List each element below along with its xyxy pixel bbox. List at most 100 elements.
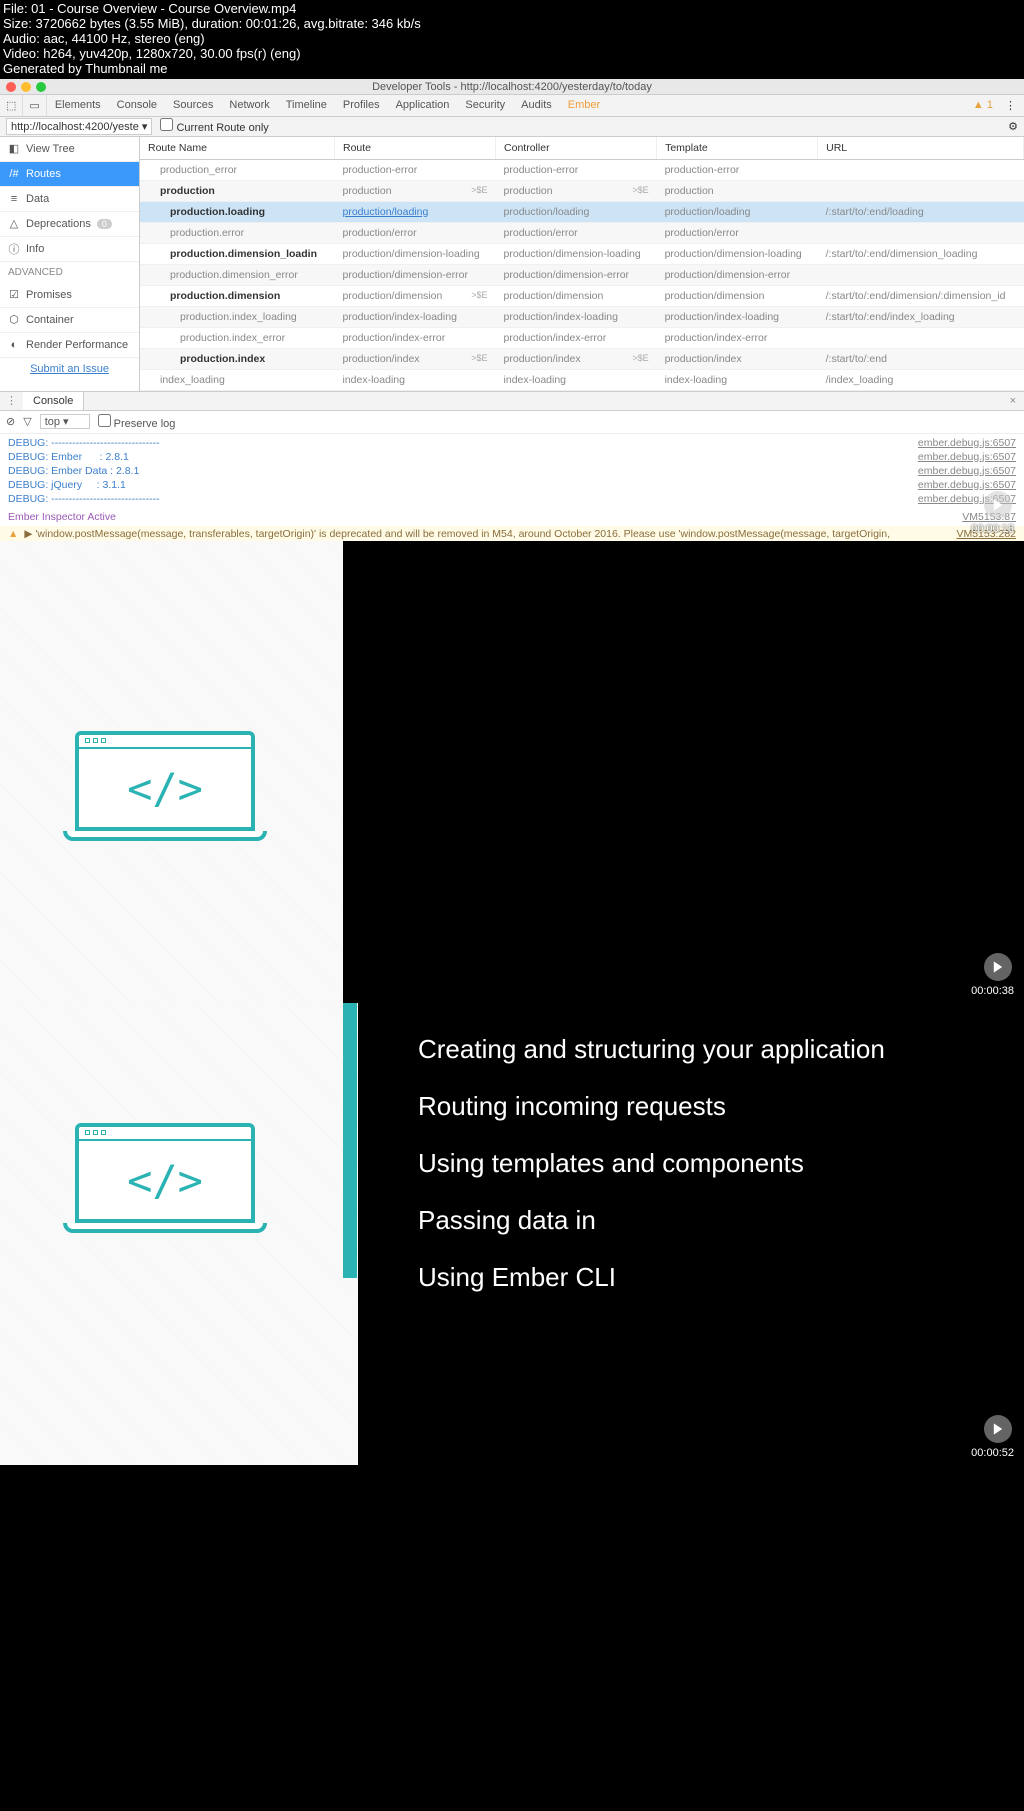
drawer-menu-icon[interactable]: ⋮ (0, 394, 23, 407)
thumbnail-3: </> Creating and structuring your applic… (0, 1003, 1024, 1465)
meta-audio: Audio: aac, 44100 Hz, stereo (eng) (3, 32, 1021, 47)
inspect-element-icon[interactable]: ⬚ (0, 95, 23, 116)
tab-security[interactable]: Security (457, 99, 513, 111)
table-row[interactable]: production.index_loadingproduction/index… (140, 306, 1024, 327)
url-selector[interactable]: http://localhost:4200/yeste ▾ (6, 118, 152, 135)
ember-subbar: http://localhost:4200/yeste ▾ Current Ro… (0, 117, 1024, 137)
sidebar-advanced-label: ADVANCED (0, 262, 139, 283)
maximize-window-icon[interactable] (36, 82, 46, 92)
bullet-2: Routing incoming requests (418, 1078, 885, 1135)
play-icon (984, 953, 1012, 981)
routes-table: Route Name Route Controller Template URL… (140, 137, 1024, 391)
console-drawer-tabs: ⋮ Console × (0, 391, 1024, 411)
console-tab[interactable]: Console (23, 392, 84, 410)
window-title: Developer Tools - http://localhost:4200/… (372, 81, 652, 93)
tab-sources[interactable]: Sources (165, 99, 221, 111)
submit-issue-link[interactable]: Submit an Issue (0, 358, 139, 380)
play-icon (984, 1415, 1012, 1443)
sidebar-container[interactable]: ⬡Container (0, 308, 139, 333)
bullet-1: Creating and structuring your applicatio… (418, 1021, 885, 1078)
window-titlebar: Developer Tools - http://localhost:4200/… (0, 79, 1024, 95)
warning-icon: ▲ (8, 528, 18, 541)
ember-sidebar: ◧View Tree /#Routes ≡Data △Deprecations0… (0, 137, 140, 391)
more-icon[interactable]: ⋮ (997, 99, 1024, 112)
warning-badge[interactable]: ▲ 1 (973, 99, 993, 111)
slide-content-right: Creating and structuring your applicatio… (358, 1003, 1024, 1465)
check-icon: ☑ (8, 289, 20, 301)
tab-elements[interactable]: Elements (47, 99, 109, 111)
th-controller[interactable]: Controller (496, 137, 657, 160)
traffic-lights[interactable] (6, 82, 46, 92)
th-url[interactable]: URL (818, 137, 1024, 160)
filter-icon[interactable]: ▽ (23, 415, 31, 428)
tab-profiles[interactable]: Profiles (335, 99, 388, 111)
tab-timeline[interactable]: Timeline (278, 99, 335, 111)
tab-ember[interactable]: Ember (560, 99, 608, 111)
preserve-log-checkbox[interactable]: Preserve log (98, 414, 176, 430)
console-toolbar: ⊘ ▽ top ▾ Preserve log (0, 411, 1024, 434)
settings-icon[interactable]: ⚙ (1008, 120, 1018, 133)
devtools-window: Developer Tools - http://localhost:4200/… (0, 79, 1024, 541)
meta-file: File: 01 - Course Overview - Course Over… (3, 2, 1021, 17)
table-row[interactable]: production.dimensionproduction/dimension… (140, 285, 1024, 306)
table-row[interactable]: production.index_errorproduction/index-e… (140, 327, 1024, 348)
bullet-3: Using templates and components (418, 1135, 885, 1192)
table-row[interactable]: production_errorproduction-errorproducti… (140, 159, 1024, 180)
close-drawer-icon[interactable]: × (1002, 395, 1024, 407)
database-icon: ≡ (8, 193, 20, 205)
sidebar-data[interactable]: ≡Data (0, 187, 139, 212)
table-row[interactable]: production.indexproduction/index>$Eprodu… (140, 348, 1024, 369)
timestamp-2: 00:00:38 (971, 985, 1014, 997)
table-row[interactable]: production.loadingproduction/loadingprod… (140, 201, 1024, 222)
table-row[interactable]: productionproduction>$Eproduction>$Eprod… (140, 180, 1024, 201)
timestamp-3: 00:00:52 (971, 1447, 1014, 1459)
minimize-window-icon[interactable] (21, 82, 31, 92)
clear-console-icon[interactable]: ⊘ (6, 415, 15, 428)
tab-network[interactable]: Network (221, 99, 277, 111)
hash-icon: /# (8, 168, 20, 180)
sidebar-deprecations[interactable]: △Deprecations0 (0, 212, 139, 237)
slide-art-left: </> (0, 541, 343, 1003)
warning-icon: △ (8, 218, 20, 230)
tree-icon: ◧ (8, 143, 20, 155)
laptop-icon: </> (75, 1123, 255, 1233)
sidebar-promises[interactable]: ☑Promises (0, 283, 139, 308)
sidebar-routes[interactable]: /#Routes (0, 162, 139, 187)
console-active-line: Ember Inspector ActiveVM5153:87 (0, 508, 1024, 526)
table-row[interactable]: production.dimension_loadinproduction/di… (140, 243, 1024, 264)
tab-console[interactable]: Console (109, 99, 165, 111)
box-icon: ⬡ (8, 314, 20, 326)
devtools-tabbar: ⬚ ▭ Elements Console Sources Network Tim… (0, 95, 1024, 117)
th-template[interactable]: Template (657, 137, 818, 160)
meta-video: Video: h264, yuv420p, 1280x720, 30.00 fp… (3, 47, 1021, 62)
timestamp-1: 00:00:18 (971, 523, 1014, 535)
context-selector[interactable]: top ▾ (40, 414, 90, 429)
th-route-name[interactable]: Route Name (140, 137, 335, 160)
current-route-checkbox[interactable]: Current Route only (160, 118, 268, 134)
console-warning: ▲ ▶ 'window.postMessage(message, transfe… (0, 526, 1024, 541)
slide-content-right: 00:00:38 (343, 541, 1024, 1003)
sidebar-render-perf[interactable]: ◐Render Performance (0, 333, 139, 358)
gauge-icon: ◐ (8, 339, 20, 351)
table-row[interactable]: production.dimension_errorproduction/dim… (140, 264, 1024, 285)
console-output: DEBUG: -------------------------------em… (0, 434, 1024, 508)
sidebar-info[interactable]: ⓘInfo (0, 237, 139, 262)
slide-art-left: </> (0, 1003, 358, 1465)
sidebar-view-tree[interactable]: ◧View Tree (0, 137, 139, 162)
table-row[interactable]: index_loadingindex-loadingindex-loadingi… (140, 369, 1024, 390)
close-window-icon[interactable] (6, 82, 16, 92)
tab-audits[interactable]: Audits (513, 99, 560, 111)
play-icon (984, 491, 1012, 519)
th-route[interactable]: Route (335, 137, 496, 160)
device-toggle-icon[interactable]: ▭ (23, 95, 46, 116)
bullet-5: Using Ember CLI (418, 1249, 885, 1306)
bullet-4: Passing data in (418, 1192, 885, 1249)
laptop-icon: </> (75, 731, 255, 841)
thumbnail-2: </> 00:00:38 (0, 541, 1024, 1003)
video-metadata: File: 01 - Course Overview - Course Over… (0, 0, 1024, 79)
accent-bar (343, 1003, 357, 1278)
table-row[interactable]: production.errorproduction/errorproducti… (140, 222, 1024, 243)
tab-application[interactable]: Application (388, 99, 458, 111)
slide-bullets: Creating and structuring your applicatio… (418, 1021, 885, 1307)
meta-size: Size: 3720662 bytes (3.55 MiB), duration… (3, 17, 1021, 32)
